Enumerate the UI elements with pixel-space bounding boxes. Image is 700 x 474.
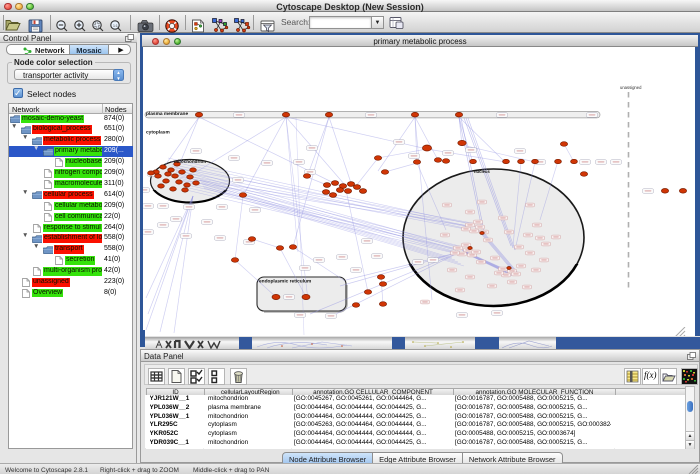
svg-text:1:1: 1:1 [113, 24, 118, 28]
svg-text:nucleus: nucleus [474, 169, 490, 174]
svg-text:mitochondrion: mitochondrion [174, 159, 206, 164]
svg-text:endoplasmic reticulum: endoplasmic reticulum [259, 279, 311, 285]
svg-text:plasma membrane: plasma membrane [146, 111, 188, 117]
svg-text:unassigned: unassigned [620, 85, 642, 90]
svg-text:cytoplasm: cytoplasm [146, 130, 170, 136]
